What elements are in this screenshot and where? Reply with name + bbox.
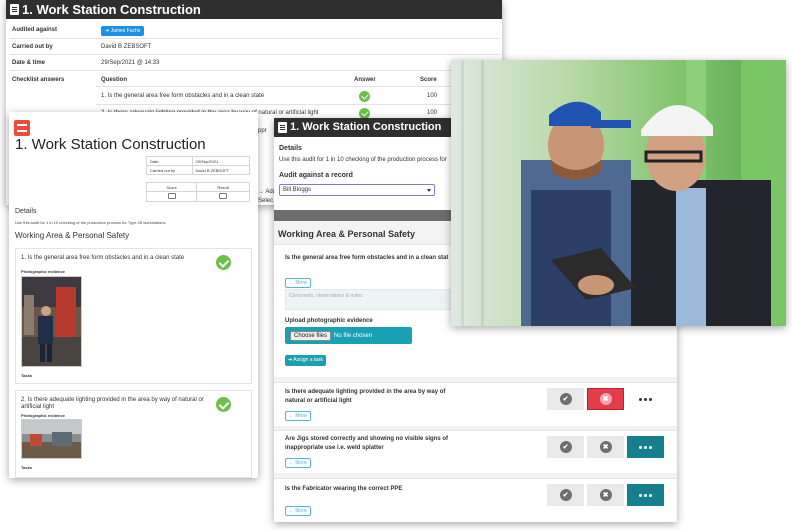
answer-yes-button[interactable]: ✔ — [547, 484, 584, 506]
column-answer: Answer — [354, 77, 376, 83]
question-card: Are Jigs stored correctly and showing no… — [274, 430, 677, 473]
carried-label: Carried out by — [146, 165, 193, 175]
audit-against-label: Audit against a record — [279, 172, 353, 179]
column-score: Score — [420, 77, 437, 83]
divider — [96, 86, 500, 87]
carried-value: David B ZEBSOFT — [191, 165, 251, 175]
check-icon — [216, 397, 231, 412]
more-dots-icon — [639, 493, 652, 497]
close-icon: ✖ — [599, 393, 612, 405]
file-upload-input[interactable]: Choose files No file chosen — [285, 327, 412, 344]
details-heading: Details — [15, 208, 37, 215]
divider — [96, 104, 500, 105]
divider — [10, 70, 500, 71]
checklist-score: 100 — [427, 110, 438, 116]
divider — [10, 38, 500, 39]
audited-against-label: Audited against — [12, 27, 58, 33]
answer-na-button[interactable] — [627, 388, 664, 410]
close-icon: ✖ — [599, 489, 612, 501]
question-text: Is the Fabricator wearing the correct PP… — [285, 486, 403, 492]
evidence-photo — [21, 419, 82, 459]
clipboard-icon — [278, 122, 287, 133]
question-text: Is the general area free form obstacles … — [285, 255, 449, 261]
app-title: 1. Work Station Construction — [290, 121, 442, 133]
partial-text: ppr — [258, 128, 267, 134]
chevron-down-icon — [427, 189, 431, 192]
more-button[interactable]: ← More — [285, 278, 311, 288]
check-icon — [359, 91, 370, 102]
check-icon: ✔ — [559, 441, 572, 453]
audit-against-value: Bill Bloggs — [283, 187, 312, 193]
question-card: 1. Is the general area free form obstacl… — [15, 248, 252, 384]
form-title: 1. Work Station Construction — [15, 136, 206, 153]
audited-against-link[interactable]: ➔ James Fuchs — [101, 26, 145, 36]
question-text: 1. Is the general area free form obstacl… — [21, 255, 185, 261]
answer-na-button[interactable] — [627, 484, 664, 506]
more-button[interactable]: ← More — [285, 506, 311, 516]
tasks-label: Tasks — [21, 465, 33, 470]
details-label: Details — [279, 145, 302, 152]
tasks-label: Tasks — [21, 373, 33, 378]
check-icon: ✔ — [559, 489, 572, 501]
evidence-photo — [21, 276, 82, 367]
question-text: Is there adequate lighting provided in t… — [285, 389, 446, 404]
column-question: Question — [101, 77, 128, 83]
print-form-panel: 1. Work Station Construction Date 29/Sep/… — [9, 112, 258, 478]
checklist-score: 100 — [427, 93, 438, 99]
divider — [10, 54, 500, 55]
carried-out-by-value: David B ZEBSOFT — [101, 44, 152, 50]
app-logo-icon — [14, 120, 30, 136]
check-icon — [216, 255, 231, 270]
answer-yes-button[interactable]: ✔ — [547, 436, 584, 458]
screenshot-stage: 1. Work Station Construction Audited aga… — [0, 0, 792, 530]
checklist-question: 1. Is the general area free form obstacl… — [101, 93, 265, 99]
details-text: Use this audit for 1 in 10 checking of t… — [15, 220, 166, 225]
more-dots-icon — [639, 397, 652, 401]
partial-text: Selec — [258, 198, 274, 204]
date-label: Date — [146, 156, 193, 166]
details-text: Use this audit for 1 in 10 checking of t… — [279, 157, 447, 163]
answer-no-button[interactable]: ✖ — [587, 388, 624, 410]
more-dots-icon — [639, 445, 652, 449]
close-icon: ✖ — [599, 441, 612, 453]
workers-photo — [451, 60, 786, 326]
answer-no-button[interactable]: ✖ — [587, 436, 624, 458]
answer-na-button[interactable] — [627, 436, 664, 458]
date-time-value: 29/Sep/2021 @ 14:33 — [101, 60, 160, 66]
comments-input[interactable]: Comments, observations & notes — [285, 289, 454, 310]
report-titlebar: 1. Work Station Construction — [6, 0, 502, 19]
upload-label: Upload photographic evidence — [285, 318, 373, 324]
date-time-label: Date & time — [12, 60, 46, 66]
answer-yes-button[interactable]: ✔ — [547, 388, 584, 410]
info-table: Date 29/Sep/2021 Carried out by David B ZE… — [146, 156, 251, 175]
question-card: 2. Is there adequate lighting provided i… — [15, 390, 252, 478]
check-icon: ✔ — [559, 393, 572, 405]
result-box — [219, 193, 228, 199]
score-box — [167, 193, 176, 199]
question-text: 2. Is there adequate lighting provided i… — [21, 397, 204, 410]
clipboard-icon — [10, 4, 19, 15]
more-button[interactable]: ← More — [285, 458, 311, 468]
photo-evidence-label: Photographic evidence — [21, 269, 66, 274]
photo-evidence-label: Photographic evidence — [21, 413, 66, 418]
question-card: Is there adequate lighting provided in t… — [274, 382, 677, 426]
checklist-label: Checklist answers — [12, 77, 65, 83]
score-label: Score — [145, 182, 198, 192]
result-label: Result — [196, 182, 250, 192]
date-value: 29/Sep/2021 — [191, 156, 251, 166]
choose-files-button[interactable]: Choose files — [290, 330, 332, 341]
question-card: Is the Fabricator wearing the correct PP… — [274, 478, 677, 522]
section-heading: Working Area & Personal Safety — [15, 231, 130, 240]
no-file-text: No file chosen — [334, 332, 373, 339]
question-text: Are Jigs stored correctly and showing no… — [285, 436, 449, 451]
assign-task-button[interactable]: ➔ Assign a task — [285, 355, 327, 366]
more-button[interactable]: ← More — [285, 411, 311, 421]
section-heading: Working Area & Personal Safety — [278, 229, 416, 239]
report-title: 1. Work Station Construction — [22, 2, 201, 17]
answer-no-button[interactable]: ✖ — [587, 484, 624, 506]
audit-against-select[interactable]: Bill Bloggs — [279, 184, 435, 196]
score-table: Score Result — [145, 182, 250, 202]
carried-out-by-label: Carried out by — [12, 44, 53, 50]
